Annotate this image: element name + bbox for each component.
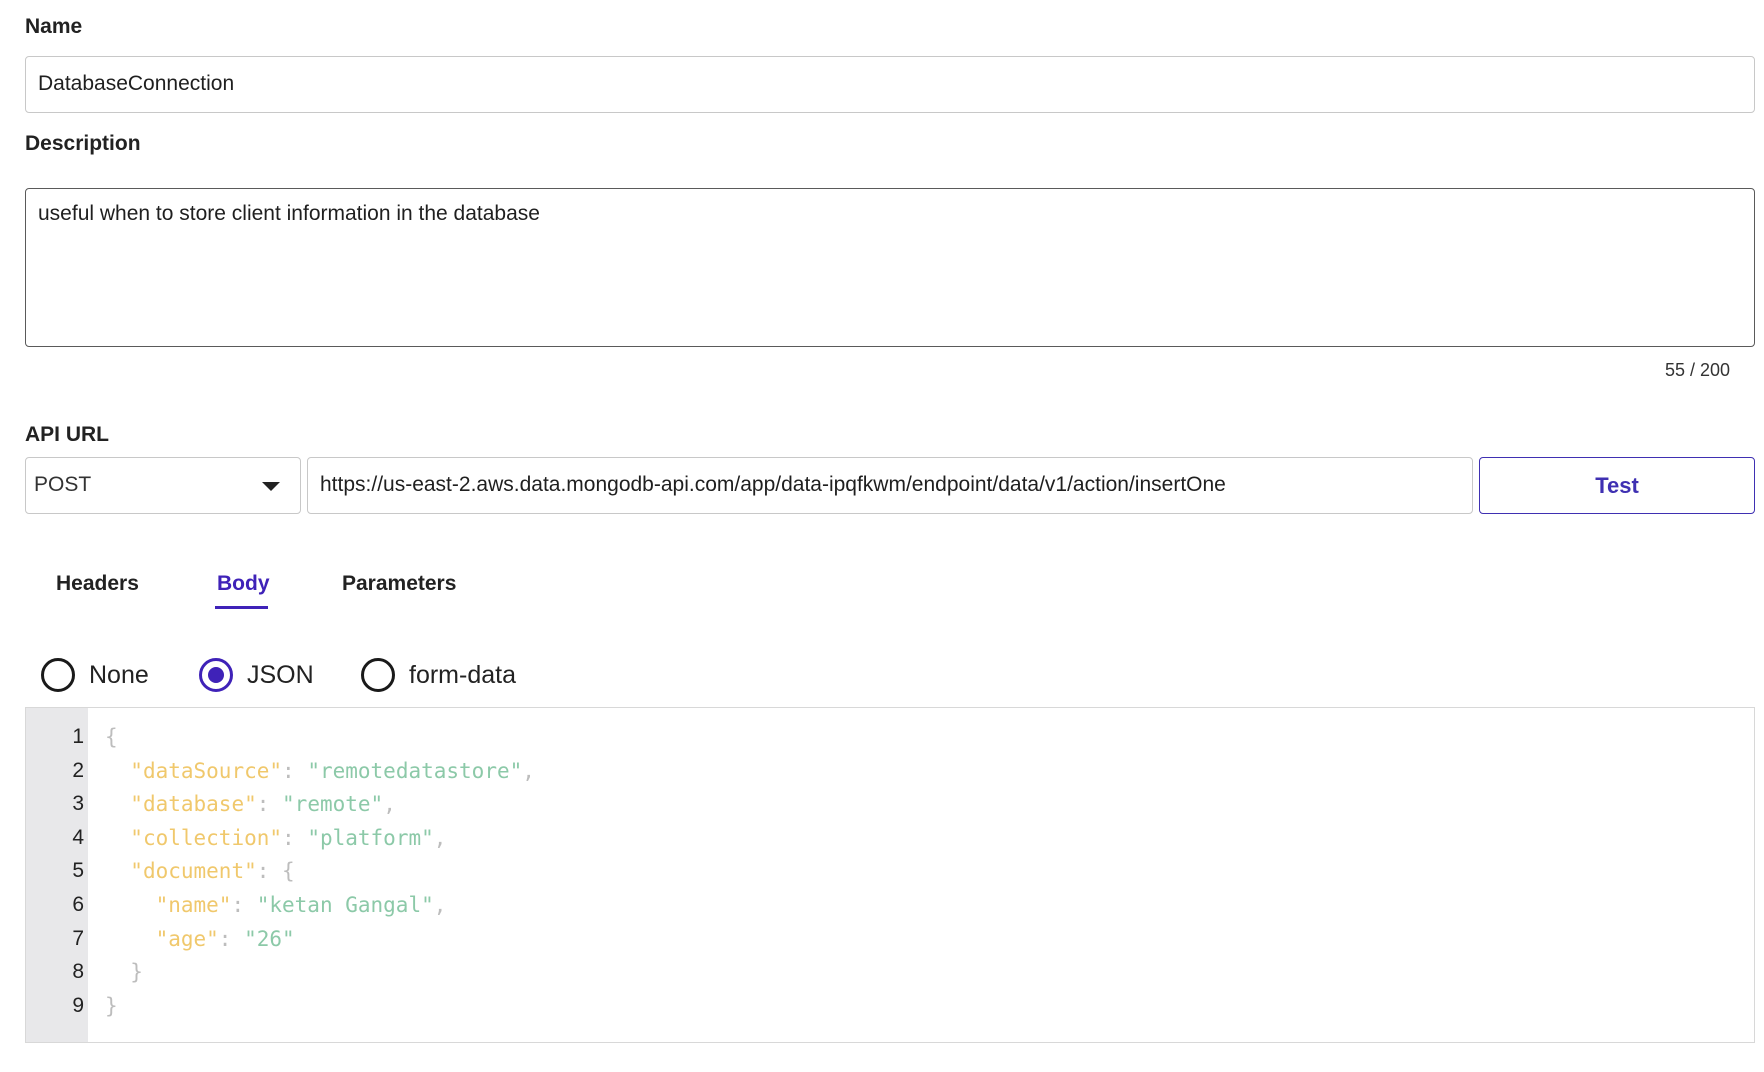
tab-body[interactable]: Body	[217, 572, 270, 596]
code-line: {	[105, 725, 118, 749]
line-number: 5	[72, 859, 84, 883]
json-code-editor[interactable]: 1 2 3 4 5 6 7 8 9 { "dataSource": "remotedatasto…	[25, 707, 1755, 1043]
line-number: 2	[72, 758, 84, 782]
description-label: Description	[25, 132, 141, 155]
radio-json[interactable]	[199, 658, 233, 692]
code-line: "collection": "platform",	[130, 825, 447, 850]
line-number: 3	[72, 792, 84, 816]
body-type-radio-group: None JSON form-data	[41, 658, 541, 694]
line-number: 6	[72, 893, 84, 916]
tab-parameters[interactable]: Parameters	[342, 572, 456, 596]
line-number: 4	[72, 825, 84, 849]
api-url-label: API URL	[25, 423, 109, 446]
line-number-gutter: 1 2 3 4 5 6 7 8 9	[26, 708, 88, 1042]
api-url-input[interactable]: https://us-east-2.aws.data.mongodb-api.c…	[307, 457, 1473, 514]
active-tab-indicator	[215, 606, 268, 609]
description-textarea[interactable]: useful when to store client information …	[25, 188, 1755, 347]
radio-form-data[interactable]	[361, 658, 395, 692]
line-number: 9	[72, 993, 84, 1017]
test-button[interactable]: Test	[1479, 457, 1755, 514]
code-line: "dataSource": "remotedatastore",	[130, 758, 535, 783]
code-line: "name": "ketan Gangal",	[155, 893, 447, 917]
caret-down-icon	[262, 482, 280, 491]
http-method-select[interactable]: POST	[25, 457, 301, 514]
line-number: 7	[72, 926, 84, 950]
code-line: "document": {	[130, 859, 295, 884]
code-line: }	[105, 993, 118, 1018]
radio-none-label[interactable]: None	[89, 661, 149, 690]
radio-form-data-label[interactable]: form-data	[409, 661, 516, 690]
code-line: "database": "remote",	[130, 792, 396, 817]
name-input[interactable]: DatabaseConnection	[25, 56, 1755, 113]
radio-json-label[interactable]: JSON	[247, 661, 314, 690]
radio-none[interactable]	[41, 658, 75, 692]
code-line: }	[130, 960, 143, 985]
line-number: 8	[72, 960, 84, 984]
http-method-value: POST	[34, 473, 92, 496]
tab-headers[interactable]: Headers	[56, 572, 139, 596]
line-number: 1	[72, 725, 84, 748]
code-line: "age": "26"	[155, 926, 295, 951]
name-label: Name	[25, 15, 83, 38]
description-char-counter: 55 / 200	[1664, 360, 1730, 380]
